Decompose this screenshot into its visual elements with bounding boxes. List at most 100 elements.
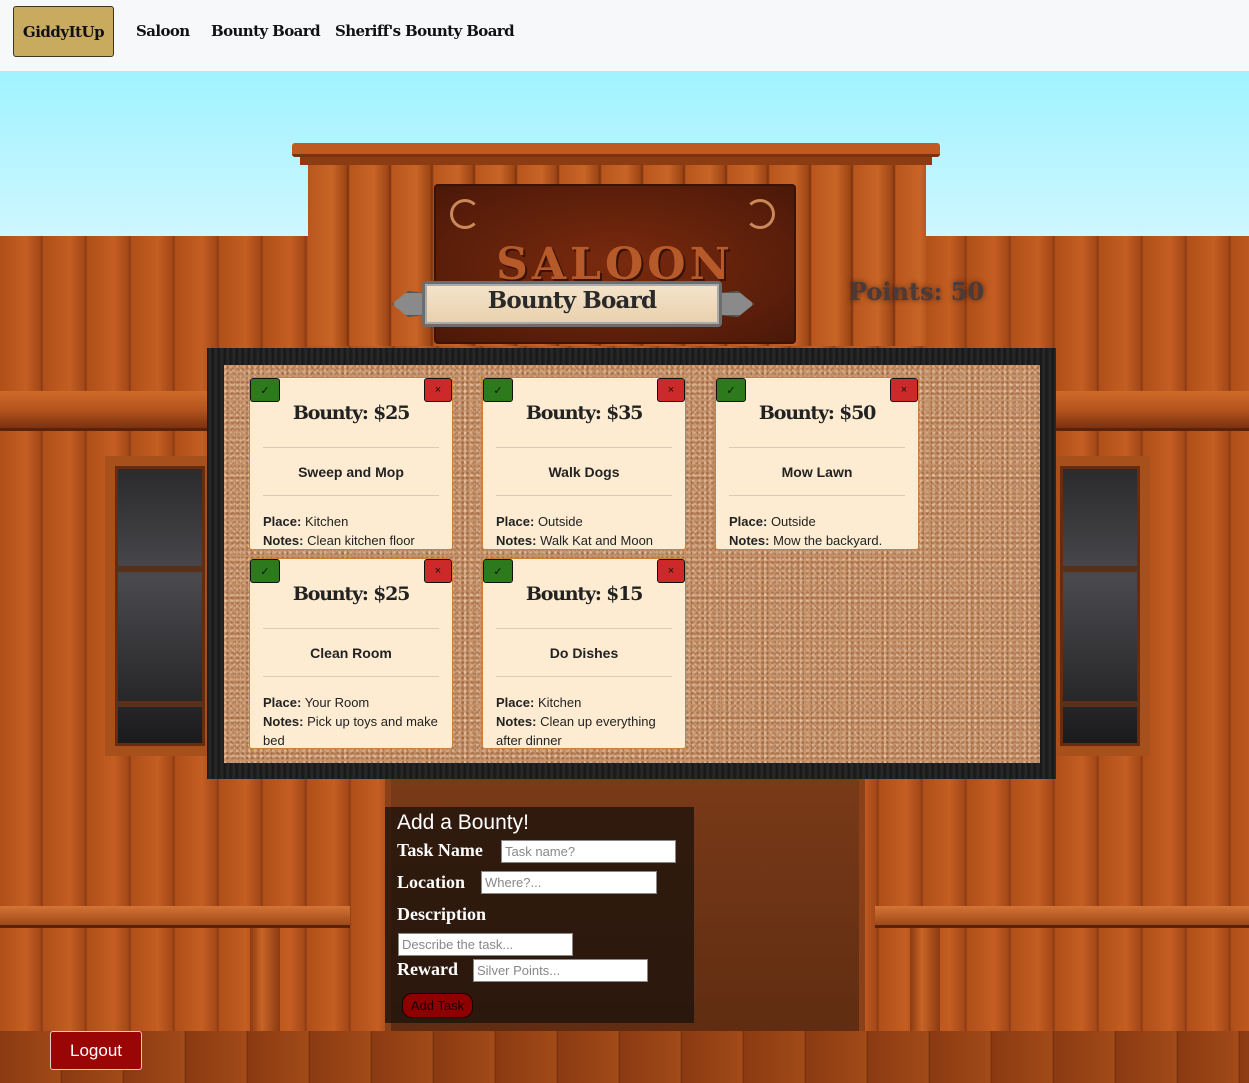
task-details: Place: Kitchen Notes: Clean up everythin…: [496, 693, 677, 748]
right-window-bar: [1060, 701, 1140, 707]
place-line: Place: Kitchen: [263, 512, 444, 531]
place-label: Place:: [263, 695, 302, 710]
card-divider: [729, 495, 905, 496]
bounty-card: ✓ × Bounty: $15 Do Dishes Place: Kitchen…: [482, 558, 686, 749]
notes-label: Notes:: [729, 533, 770, 548]
porch-floor: [0, 1031, 1249, 1083]
facade-cap-shadow: [300, 157, 932, 165]
reward-label: Reward: [397, 959, 458, 979]
right-window: [1050, 456, 1150, 756]
complete-bounty-button[interactable]: ✓: [716, 378, 746, 402]
brand-button[interactable]: GiddyItUp: [13, 6, 114, 57]
porch-rail-right: [875, 906, 1249, 928]
card-divider: [496, 628, 672, 629]
description-label: Description: [397, 904, 486, 924]
notes-value: Walk Kat and Moon: [540, 533, 654, 548]
porch-rail-left: [0, 906, 350, 928]
location-label: Location: [397, 872, 466, 892]
task-details: Place: Kitchen Notes: Clean kitchen floo…: [263, 512, 444, 549]
card-divider: [496, 676, 672, 677]
card-divider: [496, 447, 672, 448]
card-divider: [496, 495, 672, 496]
place-label: Place:: [729, 514, 768, 529]
close-icon: ×: [667, 565, 675, 577]
notes-label: Notes:: [263, 714, 304, 729]
complete-bounty-button[interactable]: ✓: [250, 378, 280, 402]
place-line: Place: Outside: [496, 512, 677, 531]
bounty-amount: Bounty: $15: [525, 583, 643, 605]
top-navbar: GiddyItUp Saloon Bounty Board Sheriff's …: [0, 0, 1249, 71]
notes-value: Mow the backyard.: [773, 533, 883, 548]
page-title: Bounty Board: [487, 287, 657, 314]
complete-bounty-button[interactable]: ✓: [483, 559, 513, 583]
bounty-card: ✓ × Bounty: $25 Sweep and Mop Place: Kit…: [249, 377, 453, 550]
right-window-bar: [1060, 566, 1140, 572]
task-details: Place: Your Room Notes: Pick up toys and…: [263, 693, 444, 748]
nav-link-sheriffs-bounty-board[interactable]: Sheriff's Bounty Board: [335, 22, 515, 40]
card-divider: [263, 676, 439, 677]
place-label: Place:: [496, 514, 535, 529]
bounty-card: ✓ × Bounty: $25 Clean Room Place: Your R…: [249, 558, 453, 749]
check-icon: ✓: [726, 384, 736, 397]
facade-cap: [292, 143, 940, 157]
nav-link-saloon[interactable]: Saloon: [136, 22, 190, 40]
bounty-card: ✓ × Bounty: $50 Mow Lawn Place: Outside …: [715, 377, 919, 550]
card-divider: [263, 628, 439, 629]
check-icon: ✓: [260, 565, 270, 578]
notes-label: Notes:: [496, 714, 537, 729]
delete-bounty-button[interactable]: ×: [890, 378, 918, 402]
description-input[interactable]: [398, 933, 573, 956]
place-value: Your Room: [304, 695, 370, 710]
close-icon: ×: [900, 384, 908, 396]
add-task-button[interactable]: Add Task: [402, 993, 473, 1018]
bounty-amount: Bounty: $50: [758, 402, 876, 424]
place-line: Place: Kitchen: [496, 693, 677, 712]
sign-swirl-ornament: [450, 199, 480, 229]
task-name: Do Dishes: [549, 645, 619, 661]
delete-bounty-button[interactable]: ×: [657, 559, 685, 583]
task-name-input[interactable]: [501, 840, 676, 863]
bounty-amount: Bounty: $25: [292, 402, 410, 424]
logout-button[interactable]: Logout: [50, 1031, 142, 1070]
place-label: Place:: [263, 514, 302, 529]
card-divider: [263, 495, 439, 496]
task-name: Clean Room: [310, 645, 392, 661]
bounty-amount: Bounty: $25: [292, 583, 410, 605]
place-value: Outside: [537, 514, 583, 529]
delete-bounty-button[interactable]: ×: [424, 378, 452, 402]
task-name: Mow Lawn: [781, 464, 853, 480]
check-icon: ✓: [260, 384, 270, 397]
notes-label: Notes:: [263, 533, 304, 548]
notes-line: Notes: Pick up toys and make bed: [263, 712, 444, 748]
task-details: Place: Outside Notes: Walk Kat and Moon: [496, 512, 677, 549]
nav-link-bounty-board[interactable]: Bounty Board: [211, 22, 321, 40]
left-window-bar: [115, 701, 205, 707]
task-details: Place: Outside Notes: Mow the backyard.: [729, 512, 910, 549]
sign-swirl-ornament: [745, 199, 775, 229]
notes-line: Notes: Clean kitchen floor: [263, 531, 444, 549]
place-line: Place: Outside: [729, 512, 910, 531]
place-value: Kitchen: [304, 514, 349, 529]
place-value: Outside: [770, 514, 816, 529]
left-window: [105, 456, 215, 756]
notes-value: Clean kitchen floor: [307, 533, 415, 548]
task-name: Walk Dogs: [548, 464, 620, 480]
card-divider: [729, 447, 905, 448]
bounty-card: ✓ × Bounty: $35 Walk Dogs Place: Outside…: [482, 377, 686, 550]
delete-bounty-button[interactable]: ×: [424, 559, 452, 583]
place-label: Place:: [496, 695, 535, 710]
card-divider: [263, 447, 439, 448]
add-bounty-form: Add a Bounty! Task Name Location Descrip…: [385, 807, 694, 1023]
notes-line: Notes: Mow the backyard.: [729, 531, 910, 549]
place-line: Place: Your Room: [263, 693, 444, 712]
task-name-label: Task Name: [397, 840, 483, 860]
form-title: Add a Bounty!: [397, 811, 529, 834]
delete-bounty-button[interactable]: ×: [657, 378, 685, 402]
check-icon: ✓: [493, 384, 503, 397]
location-input[interactable]: [481, 871, 657, 894]
reward-input[interactable]: [473, 959, 648, 982]
close-icon: ×: [667, 384, 675, 396]
notes-line: Notes: Walk Kat and Moon: [496, 531, 677, 549]
complete-bounty-button[interactable]: ✓: [250, 559, 280, 583]
complete-bounty-button[interactable]: ✓: [483, 378, 513, 402]
